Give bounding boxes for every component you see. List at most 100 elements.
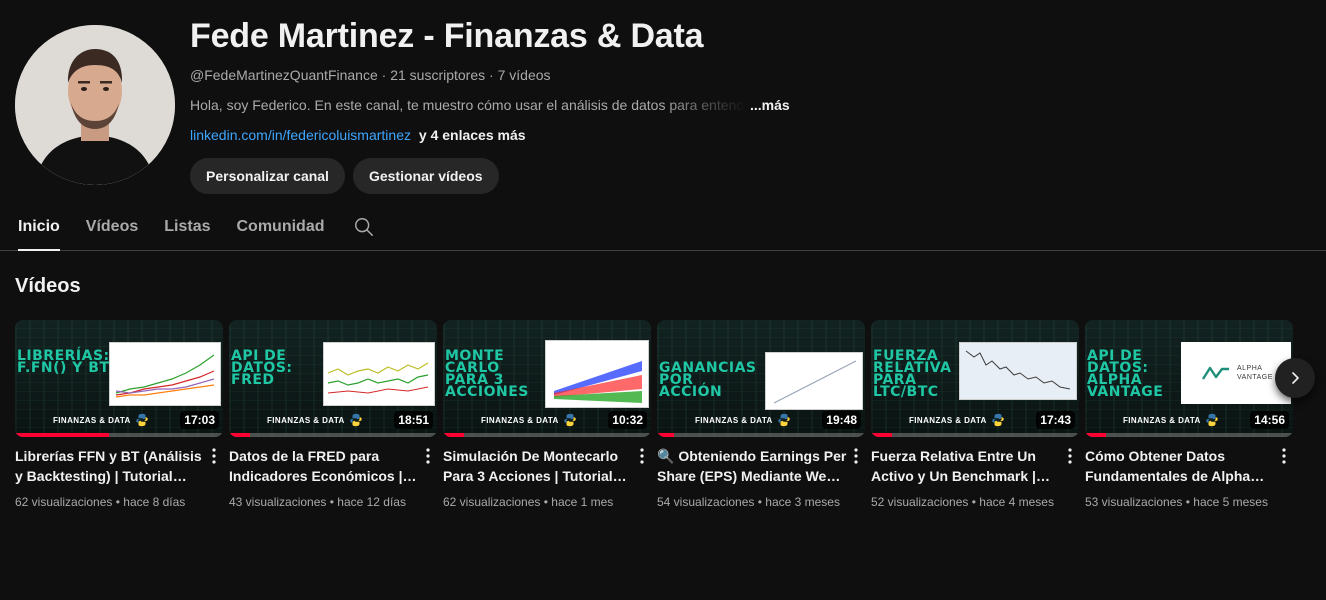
upload-age: hace 12 días — [337, 495, 406, 509]
video-title[interactable]: Librerías FFN y BT (Análisis y Backtesti… — [15, 446, 205, 486]
logo-text-alpha: ALPHA — [1237, 365, 1263, 372]
upload-age: hace 1 mes — [551, 495, 614, 509]
channel-links: linkedin.com/in/federicoluismartinez y 4… — [190, 125, 1290, 145]
video-card[interactable]: LIBRERÍAS: F.FN() Y BT FINANZAS & DATA 1… — [15, 320, 223, 520]
linkedin-link[interactable]: linkedin.com/in/federicoluismartinez — [190, 127, 411, 143]
python-logo-icon — [1206, 413, 1218, 427]
thumbnail-text: API DE DATOS: ALPHA VANTAGE — [1087, 348, 1164, 400]
video-title[interactable]: Cómo Obtener Datos Fundamentales de Alph… — [1085, 446, 1275, 486]
more-links-button[interactable]: y 4 enlaces más — [419, 127, 526, 143]
thumbnail-text: FUERZA RELATIVA PARA LTC/BTC — [873, 348, 952, 400]
thumbnail-brand: FINANZAS & DATA — [695, 413, 791, 427]
thumbnail-text: LIBRERÍAS: F.FN() Y BT — [17, 348, 110, 376]
video-card[interactable]: GANANCIAS POR ACCIÓN FINANZAS & DATA 19:… — [657, 320, 865, 520]
more-vert-icon — [640, 448, 644, 464]
brand-label: FINANZAS & DATA — [909, 415, 987, 425]
channel-search-button[interactable] — [353, 204, 377, 250]
video-menu-button[interactable] — [1275, 446, 1293, 486]
video-title[interactable]: 🔍 Obteniendo Earnings Per Share (EPS) Me… — [657, 446, 847, 486]
video-card[interactable]: MONTE CARLO PARA 3 ACCIONES FINANZAS & D… — [443, 320, 651, 520]
section-title[interactable]: Vídeos — [15, 272, 81, 300]
more-vert-icon — [1282, 448, 1286, 464]
video-stats: 62 visualizaciones • hace 8 días — [15, 495, 186, 509]
video-menu-button[interactable] — [633, 446, 651, 486]
channel-title: Fede Martinez - Finanzas & Data — [190, 17, 704, 55]
python-logo-icon — [136, 413, 148, 427]
video-duration: 17:03 — [180, 411, 219, 429]
video-thumbnail[interactable]: MONTE CARLO PARA 3 ACCIONES FINANZAS & D… — [443, 320, 651, 437]
tab-inicio[interactable]: Inicio — [18, 204, 60, 251]
python-logo-icon — [778, 413, 790, 427]
more-vert-icon — [426, 448, 430, 464]
brand-label: FINANZAS & DATA — [481, 415, 559, 425]
tab-videos[interactable]: Vídeos — [86, 204, 138, 250]
shelf-next-button[interactable] — [1275, 358, 1315, 398]
alpha-vantage-icon — [1201, 366, 1229, 380]
tab-listas[interactable]: Listas — [164, 204, 210, 250]
thumbnail-brand: FINANZAS & DATA — [267, 413, 363, 427]
thumbnail-brand: FINANZAS & DATA — [1123, 413, 1219, 427]
video-card[interactable]: API DE DATOS: ALPHA VANTAGE ALPHA VANTAG… — [1085, 320, 1293, 520]
video-stats: 54 visualizaciones • hace 3 meses — [657, 495, 840, 509]
watch-progress-bar — [229, 433, 437, 437]
more-vert-icon — [1068, 448, 1072, 464]
view-count: 43 visualizaciones — [229, 495, 327, 509]
watch-progress-bar — [15, 433, 223, 437]
video-title[interactable]: Fuerza Relativa Entre Un Activo y Un Ben… — [871, 446, 1061, 486]
video-duration: 10:32 — [608, 411, 647, 429]
thumbnail-chart-image — [959, 342, 1077, 400]
video-count: 7 vídeos — [497, 67, 551, 83]
chevron-right-icon — [1292, 372, 1299, 384]
avatar-photo-icon — [15, 25, 175, 185]
video-menu-button[interactable] — [419, 446, 437, 486]
video-menu-button[interactable] — [205, 446, 223, 486]
video-stats: 53 visualizaciones • hace 5 meses — [1085, 495, 1268, 509]
python-logo-icon — [992, 413, 1004, 427]
video-shelf: LIBRERÍAS: F.FN() Y BT FINANZAS & DATA 1… — [15, 320, 1295, 520]
manage-videos-button[interactable]: Gestionar vídeos — [352, 158, 499, 194]
video-card[interactable]: FUERZA RELATIVA PARA LTC/BTC FINANZAS & … — [871, 320, 1079, 520]
thumbnail-chart-image — [109, 342, 221, 406]
upload-age: hace 8 días — [123, 495, 186, 509]
video-title[interactable]: Datos de la FRED para Indicadores Económ… — [229, 446, 419, 486]
python-logo-icon — [350, 413, 362, 427]
thumbnail-text: API DE DATOS: FRED — [231, 348, 293, 388]
video-thumbnail[interactable]: API DE DATOS: ALPHA VANTAGE ALPHA VANTAG… — [1085, 320, 1293, 437]
channel-meta: @FedeMartinezQuantFinance · 21 suscripto… — [190, 65, 1290, 85]
python-logo-icon — [564, 413, 576, 427]
channel-description[interactable]: Hola, soy Federico. En este canal, te mu… — [190, 95, 1290, 115]
view-count: 53 visualizaciones — [1085, 495, 1183, 509]
more-vert-icon — [854, 448, 858, 464]
video-duration: 14:56 — [1250, 411, 1289, 429]
thumbnail-text: GANANCIAS POR ACCIÓN — [659, 360, 757, 400]
view-count: 54 visualizaciones — [657, 495, 755, 509]
customize-channel-button[interactable]: Personalizar canal — [190, 158, 345, 194]
video-title[interactable]: Simulación De Montecarlo Para 3 Acciones… — [443, 446, 633, 486]
channel-actions: Personalizar canal Gestionar vídeos — [190, 158, 1290, 194]
thumbnail-brand: FINANZAS & DATA — [481, 413, 577, 427]
brand-label: FINANZAS & DATA — [53, 415, 131, 425]
upload-age: hace 5 meses — [1193, 495, 1268, 509]
video-thumbnail[interactable]: API DE DATOS: FRED FINANZAS & DATA 18:51 — [229, 320, 437, 437]
video-duration: 17:43 — [1036, 411, 1075, 429]
channel-avatar[interactable] — [15, 25, 175, 185]
channel-handle: @FedeMartinezQuantFinance — [190, 67, 378, 83]
search-icon — [354, 218, 373, 236]
video-duration: 18:51 — [394, 411, 433, 429]
thumbnail-chart-image — [323, 342, 435, 406]
channel-tabs: Inicio Vídeos Listas Comunidad — [0, 204, 1326, 251]
meta-separator: · — [485, 67, 498, 83]
brand-label: FINANZAS & DATA — [695, 415, 773, 425]
video-card[interactable]: API DE DATOS: FRED FINANZAS & DATA 18:51… — [229, 320, 437, 520]
view-count: 62 visualizaciones — [15, 495, 113, 509]
video-thumbnail[interactable]: GANANCIAS POR ACCIÓN FINANZAS & DATA 19:… — [657, 320, 865, 437]
watch-progress-bar — [657, 433, 865, 437]
logo-text-vantage: VANTAGE — [1237, 374, 1273, 381]
tab-comunidad[interactable]: Comunidad — [237, 204, 325, 250]
upload-age: hace 3 meses — [765, 495, 840, 509]
video-menu-button[interactable] — [847, 446, 865, 486]
video-thumbnail[interactable]: LIBRERÍAS: F.FN() Y BT FINANZAS & DATA 1… — [15, 320, 223, 437]
description-more-button[interactable]: ...más — [750, 95, 790, 115]
video-menu-button[interactable] — [1061, 446, 1079, 486]
video-thumbnail[interactable]: FUERZA RELATIVA PARA LTC/BTC FINANZAS & … — [871, 320, 1079, 437]
